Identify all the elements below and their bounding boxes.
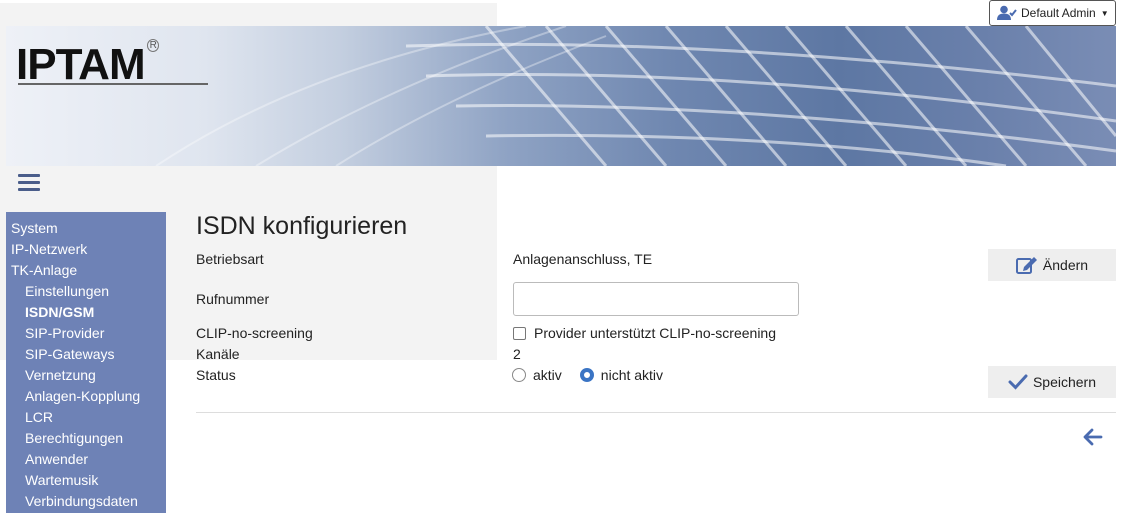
sidebar-item-sip-gateways[interactable]: SIP-Gateways xyxy=(6,344,166,365)
rufnummer-label: Rufnummer xyxy=(196,291,270,307)
banner-grid-graphic xyxy=(155,26,1116,166)
menu-icon-bar xyxy=(18,188,40,191)
sidebar-item-berechtigungen[interactable]: Berechtigungen xyxy=(6,428,166,449)
sidebar-item-vernetzung[interactable]: Vernetzung xyxy=(6,365,166,386)
registered-mark: R xyxy=(146,39,159,52)
logo-text: IPTAM xyxy=(16,40,146,89)
sidebar-item-tk-anlage[interactable]: TK-Anlage xyxy=(6,260,166,281)
edit-button[interactable]: Ändern xyxy=(988,249,1116,281)
sidebar-item-lcr[interactable]: LCR xyxy=(6,407,166,428)
menu-icon-bar xyxy=(18,174,40,177)
clip-checkbox-label: Provider unterstützt CLIP-no-screening xyxy=(534,325,776,341)
page-title: ISDN konfigurieren xyxy=(196,212,408,240)
clip-label: CLIP-no-screening xyxy=(196,325,313,341)
sidebar-item-anwender[interactable]: Anwender xyxy=(6,449,166,470)
clip-checkbox-row[interactable]: Provider unterstützt CLIP-no-screening xyxy=(513,325,776,341)
check-icon xyxy=(1008,374,1028,390)
status-radio-group: aktiv nicht aktiv xyxy=(512,367,681,383)
sidebar-item-system[interactable]: System xyxy=(6,218,166,239)
menu-icon-bar xyxy=(18,181,40,184)
sidebar-item-wartemusik[interactable]: Wartemusik xyxy=(6,470,166,491)
sidebar-item-isdn-gsm[interactable]: ISDN/GSM xyxy=(6,302,166,323)
clip-checkbox[interactable] xyxy=(513,326,526,340)
status-radio-aktiv[interactable] xyxy=(512,368,526,382)
user-menu-label: Default Admin xyxy=(1021,6,1096,20)
status-label: Status xyxy=(196,367,236,383)
status-radio-nicht-aktiv[interactable] xyxy=(579,368,594,382)
menu-icon[interactable] xyxy=(18,174,40,192)
sidebar-nav: System IP-Netzwerk TK-Anlage Einstellung… xyxy=(6,212,166,513)
caret-down-icon: ▼ xyxy=(1100,8,1109,18)
page: Default Admin ▼ IPTAM R System IP-Netzwe… xyxy=(0,0,1134,513)
edit-button-label: Ändern xyxy=(1042,257,1089,273)
sidebar-item-anlagen-kopplung[interactable]: Anlagen-Kopplung xyxy=(6,386,166,407)
status-radio-nicht-aktiv-label: nicht aktiv xyxy=(600,367,664,383)
kanaele-label: Kanäle xyxy=(196,346,240,362)
betriebsart-label: Betriebsart xyxy=(196,251,264,267)
logo-underline xyxy=(18,83,208,85)
betriebsart-value: Anlagenanschluss, TE xyxy=(513,251,653,267)
save-button-label: Speichern xyxy=(1032,374,1097,390)
status-radio-aktiv-label: aktiv xyxy=(533,367,562,383)
form-divider xyxy=(196,412,1116,413)
rufnummer-input[interactable] xyxy=(513,282,799,316)
sidebar-item-verbindungsdaten[interactable]: Verbindungsdaten xyxy=(6,491,166,512)
kanaele-value: 2 xyxy=(513,346,521,362)
arrow-left-icon xyxy=(1083,428,1103,446)
sidebar-item-sip-provider[interactable]: SIP-Provider xyxy=(6,323,166,344)
user-menu-button[interactable]: Default Admin ▼ xyxy=(989,0,1116,26)
edit-icon xyxy=(1015,257,1037,274)
sidebar-item-einstellungen[interactable]: Einstellungen xyxy=(6,281,166,302)
user-check-icon xyxy=(997,5,1017,20)
sidebar-item-ip-netzwerk[interactable]: IP-Netzwerk xyxy=(6,239,166,260)
back-button[interactable] xyxy=(1083,428,1103,451)
header-banner: IPTAM R xyxy=(6,26,1116,166)
save-button[interactable]: Speichern xyxy=(988,366,1116,398)
